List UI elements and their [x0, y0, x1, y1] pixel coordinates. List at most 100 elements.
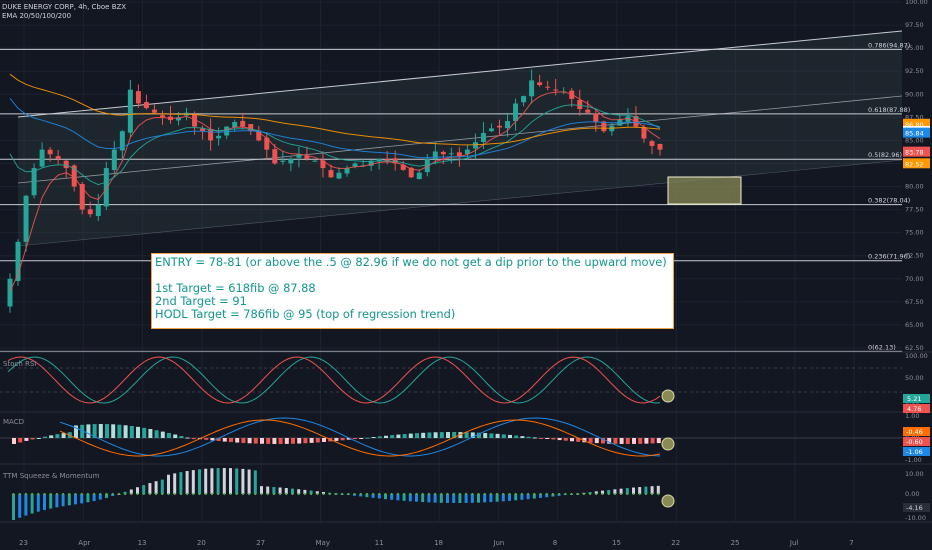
ttm-axis-tick: -10.00	[905, 514, 926, 522]
ttm-histogram-bar	[160, 479, 164, 494]
ttm-squeeze-dot	[489, 492, 492, 496]
ttm-squeeze-dot	[415, 492, 418, 496]
macd-histogram-bar	[514, 435, 519, 438]
ttm-squeeze-dot	[564, 492, 567, 496]
price-tick: 92.50	[905, 67, 924, 75]
macd-histogram-bar	[433, 432, 438, 438]
x-axis-tick: Jul	[789, 539, 799, 547]
ttm-squeeze-dot	[130, 492, 133, 496]
price-badge-text: 85.84	[905, 130, 924, 138]
ttm-squeeze-dot	[446, 492, 449, 496]
ttm-squeeze-dot	[260, 492, 263, 496]
ttm-squeeze-dot	[24, 492, 27, 496]
candle	[224, 126, 230, 136]
macd-histogram-bar	[390, 435, 395, 438]
candle	[240, 120, 246, 127]
macd-histogram-bar	[638, 438, 643, 444]
price-tick: 75.00	[905, 229, 924, 237]
fib-label: 0.618(87.88)	[868, 106, 910, 114]
candle	[95, 204, 101, 217]
ttm-squeeze-dot	[644, 492, 648, 496]
macd-histogram-bar	[266, 438, 271, 444]
x-axis-tick: 22	[671, 539, 680, 547]
macd-histogram-bar	[359, 438, 364, 439]
fib-label: 0(62.13)	[868, 343, 896, 351]
macd-histogram-bar	[191, 438, 196, 440]
macd-histogram-bar	[247, 438, 252, 444]
macd-histogram-bar	[160, 431, 165, 438]
macd-histogram-bar	[123, 425, 128, 438]
price-tick: 67.50	[905, 298, 924, 306]
ttm-squeeze-dot	[173, 492, 176, 496]
x-axis-tick: 18	[434, 539, 443, 547]
stoch-rsi-label: Stoch RSI	[3, 360, 37, 368]
macd-histogram-bar	[86, 424, 91, 438]
ttm-histogram-bar	[30, 494, 34, 514]
x-axis-tick: 11	[375, 539, 384, 547]
ttm-squeeze-dot	[502, 492, 505, 496]
macd-badge-text: -0.46	[906, 428, 923, 436]
candle	[529, 80, 535, 97]
macd-histogram-bar	[483, 433, 488, 438]
ttm-squeeze-dot	[613, 492, 617, 496]
macd-histogram-bar	[154, 430, 159, 438]
ttm-squeeze-dot	[285, 492, 288, 496]
ttm-squeeze-dot	[601, 492, 604, 496]
ttm-squeeze-dot	[30, 492, 34, 496]
macd-histogram-bar	[644, 438, 649, 444]
stoch-axis-tick: 100.00	[905, 352, 928, 360]
ttm-squeeze-dot	[49, 492, 52, 496]
macd-histogram-bar	[253, 438, 258, 444]
price-tick: 95.00	[905, 44, 924, 52]
ttm-squeeze-dot	[241, 492, 244, 496]
ttm-squeeze-dot	[378, 492, 381, 496]
macd-histogram-bar	[427, 432, 432, 438]
macd-histogram-bar	[272, 438, 277, 444]
price-tick: 62.50	[905, 344, 924, 352]
ttm-histogram-bar	[154, 481, 158, 494]
ttm-histogram-bar	[421, 494, 425, 503]
macd-histogram-bar	[315, 438, 320, 443]
ttm-squeeze-dot	[198, 492, 201, 496]
candle	[312, 160, 318, 162]
candle	[55, 156, 61, 159]
candle	[488, 128, 494, 132]
macd-histogram-bar	[371, 437, 376, 439]
macd-marker	[661, 437, 675, 451]
ttm-squeeze-dot	[409, 492, 412, 496]
macd-histogram-bar	[588, 438, 593, 443]
ttm-squeeze-dot	[186, 492, 189, 496]
macd-histogram-bar	[167, 433, 171, 438]
chart-title: DUKE ENERGY CORP, 4h, Cboe BZX	[2, 3, 127, 11]
ttm-squeeze-dot	[390, 492, 393, 496]
macd-histogram-bar	[619, 438, 624, 444]
price-tick: 65.00	[905, 321, 924, 329]
ttm-squeeze-dot	[607, 492, 610, 496]
ttm-badge-text: -4.16	[906, 504, 923, 512]
candle	[31, 168, 37, 196]
macd-histogram-bar	[173, 434, 178, 438]
ttm-histogram-bar	[74, 494, 77, 505]
price-badge-text: 83.78	[905, 149, 924, 157]
ttm-squeeze-dot	[638, 492, 641, 496]
ttm-squeeze-dot	[347, 492, 350, 496]
ttm-squeeze-dot	[297, 492, 300, 496]
candle	[39, 149, 45, 167]
candle	[513, 103, 519, 122]
ttm-histogram-bar	[266, 486, 270, 494]
ttm-squeeze-dot	[533, 492, 536, 496]
macd-histogram-bar	[117, 424, 122, 438]
macd-badge-text: -0.60	[906, 438, 923, 446]
macd-histogram-bar	[179, 436, 184, 438]
tradingview-chart: 0.786(94.87) 0.618(87.88) 0.5(82.96) 0.382(…	[0, 0, 932, 550]
fib-label: 0.5(82.96)	[868, 151, 902, 159]
ttm-squeeze-dot	[465, 492, 468, 496]
macd-histogram-bar	[340, 438, 345, 441]
ttm-histogram-bar	[67, 494, 71, 506]
x-axis-tick: 23	[19, 539, 28, 547]
macd-histogram-bar	[557, 438, 562, 441]
macd-histogram-bar	[464, 432, 469, 438]
ttm-squeeze-dot	[99, 492, 102, 496]
macd-histogram-bar	[625, 438, 630, 444]
ttm-squeeze-dot	[496, 492, 499, 496]
